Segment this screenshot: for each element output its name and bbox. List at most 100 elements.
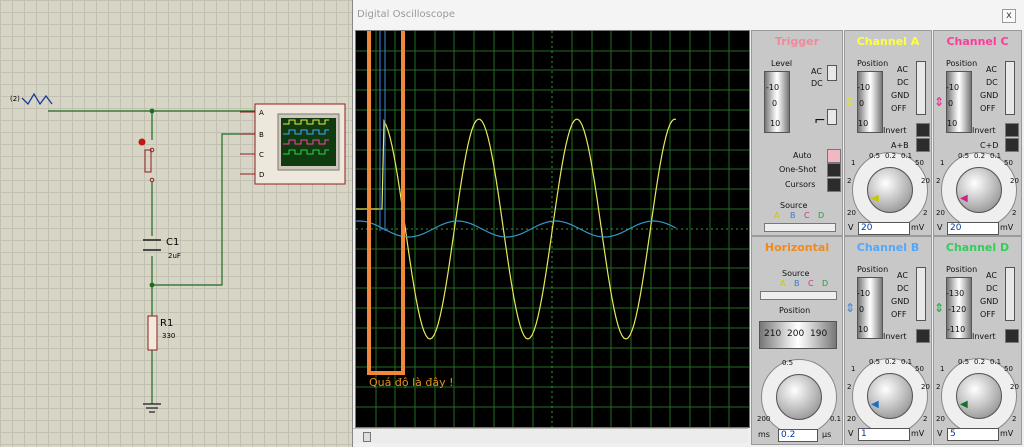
one-shot-button[interactable]: [827, 163, 841, 177]
scrollbar-thumb[interactable]: [363, 432, 371, 442]
invert-label: Invert: [972, 332, 996, 341]
position-arrow-icon: ⇕: [845, 301, 856, 315]
r1-name: R1: [160, 318, 173, 329]
coupling-off: OFF: [891, 104, 907, 113]
close-button[interactable]: x: [1002, 9, 1016, 23]
oscilloscope-window[interactable]: Digital Oscilloscope x Quá độ là đây ! T…: [352, 0, 1024, 447]
c1-name: C1: [166, 237, 179, 248]
dial-mark: 0.5: [869, 358, 881, 366]
dial-mark: 0.1: [901, 152, 913, 160]
combine-button[interactable]: [1005, 138, 1019, 152]
cursors-label: Cursors: [785, 180, 816, 189]
volts-readout[interactable]: 20: [947, 222, 999, 235]
auto-label: Auto: [793, 151, 812, 160]
switch-component[interactable]: [138, 138, 155, 183]
source-d: D: [818, 211, 825, 220]
invert-button[interactable]: [1005, 123, 1019, 137]
hsource-d: D: [822, 279, 829, 288]
dial-mark: 50: [915, 365, 924, 373]
timebase-min: 200: [757, 415, 771, 423]
dial-mark: 0.5: [958, 152, 970, 160]
dial-mark: 2: [936, 177, 941, 185]
coupling-off: OFF: [980, 104, 996, 113]
position-arrow-icon: ⇕: [845, 95, 856, 109]
invert-label: Invert: [883, 126, 907, 135]
position-arrow-icon: ⇕: [934, 95, 945, 109]
ac-source-symbol[interactable]: (2): [10, 92, 53, 106]
horizontal-scrollbar[interactable]: [353, 428, 748, 443]
level-tick: 10: [770, 119, 781, 128]
volts-readout[interactable]: 20: [858, 222, 910, 235]
schematic-canvas[interactable]: (2) C1 2uF R1 330 A B C D: [0, 0, 352, 447]
coupling-switch[interactable]: [916, 61, 926, 115]
unit-right: mV: [1000, 223, 1014, 232]
trigger-ac-label: AC: [811, 67, 822, 76]
coupling-switch[interactable]: [916, 267, 926, 321]
trigger-coupling-switch[interactable]: [827, 65, 837, 81]
dial-mark: 0.5: [958, 358, 970, 366]
timebase-readout[interactable]: 0.2: [778, 429, 818, 442]
coupling-dc: DC: [897, 78, 909, 87]
invert-button[interactable]: [1005, 329, 1019, 343]
edge-symbol: ⌐: [814, 113, 826, 129]
position-tick: -10: [857, 83, 871, 92]
volts-knob[interactable]: [956, 167, 1002, 213]
knob-pointer-icon: ◀: [960, 399, 968, 410]
combine-label: C+D: [980, 141, 999, 150]
volts-readout[interactable]: 1: [858, 428, 910, 441]
coupling-off: OFF: [980, 310, 996, 319]
one-shot-label: One-Shot: [779, 165, 817, 174]
invert-label: Invert: [972, 126, 996, 135]
scope-display[interactable]: [355, 17, 750, 428]
volts-knob[interactable]: [956, 373, 1002, 419]
dial-mark: 1: [940, 365, 945, 373]
capacitor-c1[interactable]: C1 2uF: [143, 237, 181, 260]
c1-value: 2uF: [168, 252, 181, 260]
oscilloscope-instrument[interactable]: A B C D: [240, 103, 346, 185]
coupling-off: OFF: [891, 310, 907, 319]
channel-c-title: Channel C: [946, 35, 1009, 48]
trigger-source-slider[interactable]: [764, 223, 836, 232]
dial-mark: 2: [847, 177, 852, 185]
pin-label: A: [259, 109, 264, 117]
window-titlebar[interactable]: Digital Oscilloscope x: [353, 0, 1024, 30]
volts-knob[interactable]: [867, 373, 913, 419]
volts-readout[interactable]: 5: [947, 428, 999, 441]
dial-max: 2: [923, 209, 928, 217]
channel-d-title: Channel D: [945, 241, 1010, 254]
dial-mark: 1: [851, 365, 856, 373]
channel-b-panel: Channel B Position -10 0 10 ⇕ AC DC GND OFF Invert…: [844, 236, 932, 445]
invert-button[interactable]: [916, 329, 930, 343]
position-tick: 10: [858, 325, 869, 334]
resistor-r1[interactable]: R1 330: [147, 315, 175, 351]
position-tick: -130: [946, 289, 965, 298]
dial-mark: 0.1: [990, 358, 1002, 366]
dial-mark: 0.1: [901, 358, 913, 366]
position-tick: -10: [857, 289, 871, 298]
combine-button[interactable]: [916, 138, 930, 152]
horizontal-source-label: Source: [782, 269, 810, 278]
dial-min: 20: [936, 209, 945, 217]
invert-button[interactable]: [916, 123, 930, 137]
coupling-switch[interactable]: [1005, 61, 1015, 115]
dial-min: 20: [936, 415, 945, 423]
horizontal-source-slider[interactable]: [760, 291, 837, 300]
dial-mark: 0.1: [990, 152, 1002, 160]
source-a: A: [774, 211, 780, 220]
trigger-edge-switch[interactable]: [827, 109, 837, 125]
auto-button[interactable]: [827, 149, 841, 163]
r1-value: 330: [162, 332, 175, 340]
timebase-mark: 0.5: [782, 359, 794, 367]
coupling-dc: DC: [986, 78, 998, 87]
dial-min: 20: [847, 415, 856, 423]
cursors-button[interactable]: [827, 178, 841, 192]
volts-knob[interactable]: [867, 167, 913, 213]
trigger-dc-label: DC: [811, 79, 823, 88]
coupling-dc: DC: [986, 284, 998, 293]
timebase-knob[interactable]: [776, 374, 822, 420]
coupling-ac: AC: [986, 271, 997, 280]
position-tick: 0: [859, 305, 865, 314]
coupling-switch[interactable]: [1005, 267, 1015, 321]
dial-mark: 20: [921, 177, 930, 185]
unit-left: V: [937, 223, 943, 232]
